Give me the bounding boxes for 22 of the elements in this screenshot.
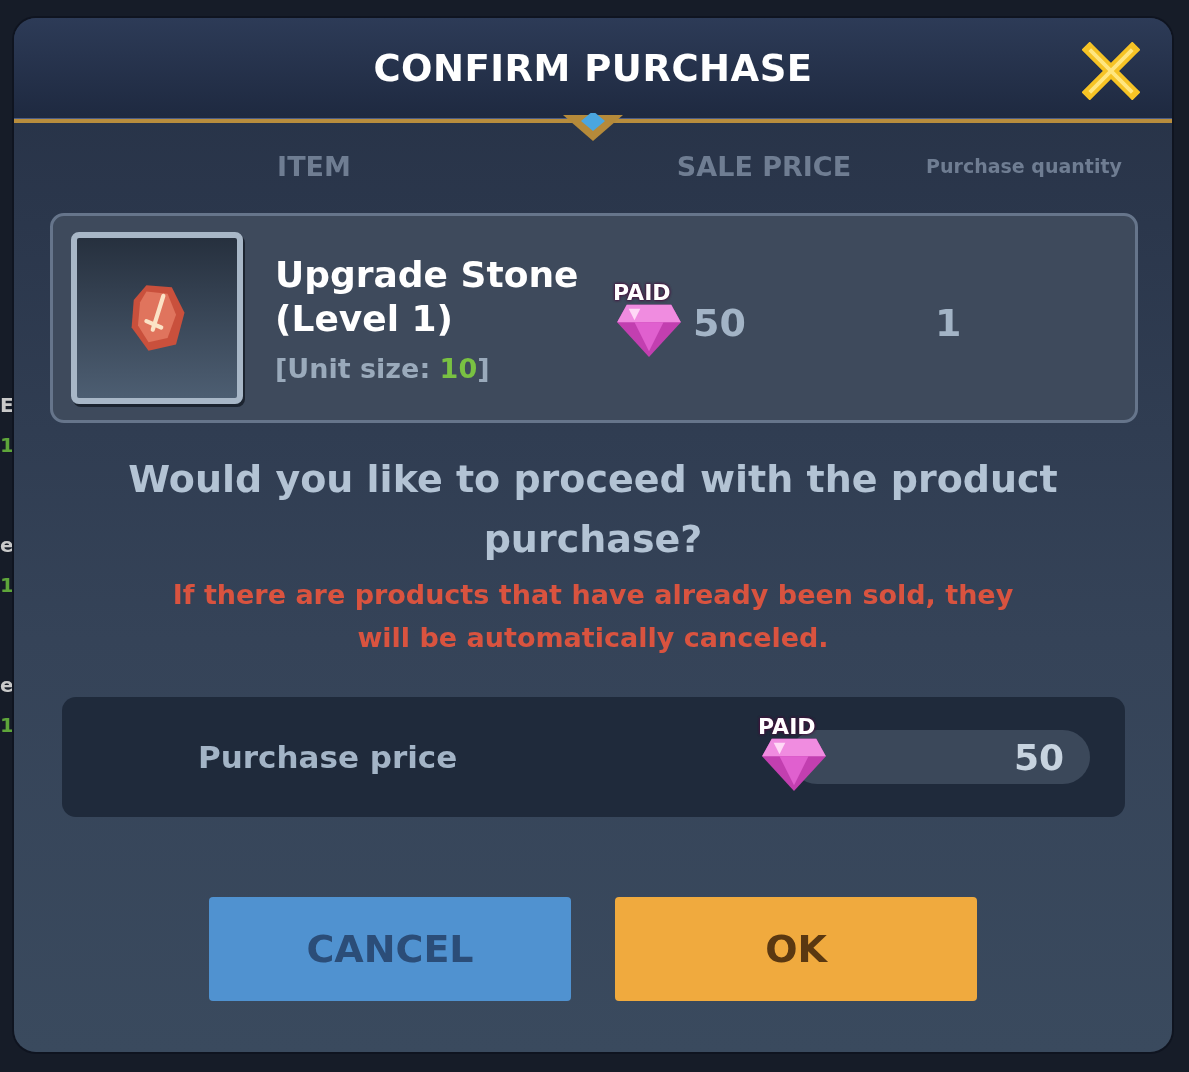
purchase-quantity: 1: [935, 301, 962, 345]
background-text: e: [0, 532, 14, 559]
close-icon[interactable]: [1082, 42, 1140, 100]
background-text: E: [0, 392, 14, 419]
background-text: 1: [0, 572, 14, 599]
confirm-question: Would you like to proceed with the product purchase?: [127, 456, 1059, 563]
dialog-title: CONFIRM PURCHASE: [373, 46, 813, 90]
column-header: Purchase quantity: [925, 155, 1123, 177]
column-header: ITEM: [276, 150, 352, 182]
ok-button[interactable]: OK: [615, 897, 977, 1001]
background-text: 1: [0, 432, 14, 459]
warning-text: If there are products that have already been sold, they will be automatically canceled.: [171, 578, 1015, 655]
sale-price: 50: [693, 301, 746, 345]
background-text: e: [0, 672, 14, 699]
background-text: 1: [0, 712, 14, 739]
paid-label: PAID: [758, 715, 816, 739]
purchase-price-value: 50: [1013, 736, 1064, 778]
column-header: SALE PRICE: [675, 150, 853, 182]
purchase-price-label: Purchase price: [198, 739, 459, 775]
item-name: Upgrade Stone (Level 1): [275, 252, 580, 341]
unit-size: [Unit size: 10]: [275, 352, 491, 384]
paid-label: PAID: [613, 281, 671, 305]
